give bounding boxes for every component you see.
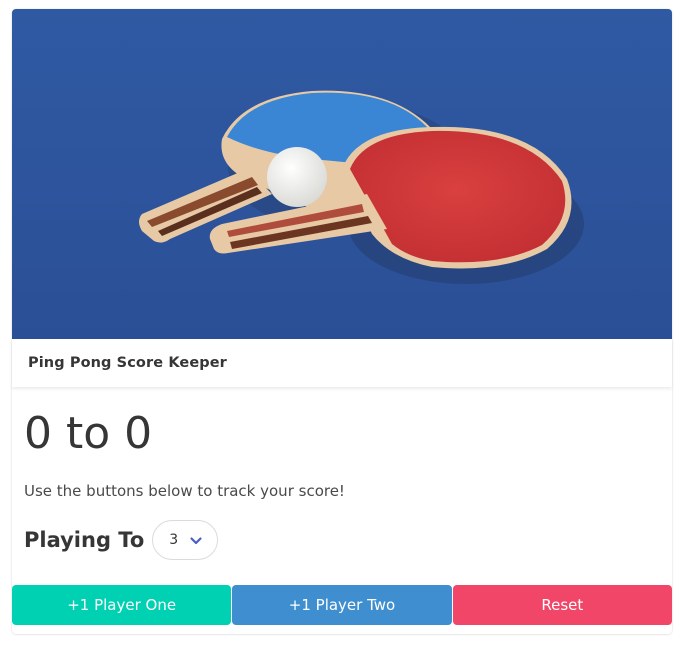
instructions-text: Use the buttons below to track your scor…: [24, 482, 345, 500]
reset-button[interactable]: Reset: [452, 585, 672, 625]
playing-to-select[interactable]: 3: [152, 520, 219, 560]
playing-to-row: Playing To 3: [24, 520, 219, 560]
playing-to-label: Playing To: [24, 528, 145, 552]
action-buttons: +1 Player One +1 Player Two Reset: [12, 585, 672, 625]
player-two-score: 0: [124, 408, 153, 459]
chevron-down-icon: [190, 537, 202, 545]
card-header: Ping Pong Score Keeper: [12, 339, 672, 387]
score-separator: to: [52, 408, 125, 459]
ping-pong-paddles-image: [12, 9, 672, 339]
playing-to-selected-value: 3: [169, 532, 179, 548]
player-one-score: 0: [24, 408, 52, 459]
player-two-plus-button[interactable]: +1 Player Two: [232, 585, 452, 625]
card-header-title: Ping Pong Score Keeper: [28, 355, 227, 371]
score-display: 0 to 0: [24, 406, 152, 462]
player-one-plus-button[interactable]: +1 Player One: [12, 585, 232, 625]
